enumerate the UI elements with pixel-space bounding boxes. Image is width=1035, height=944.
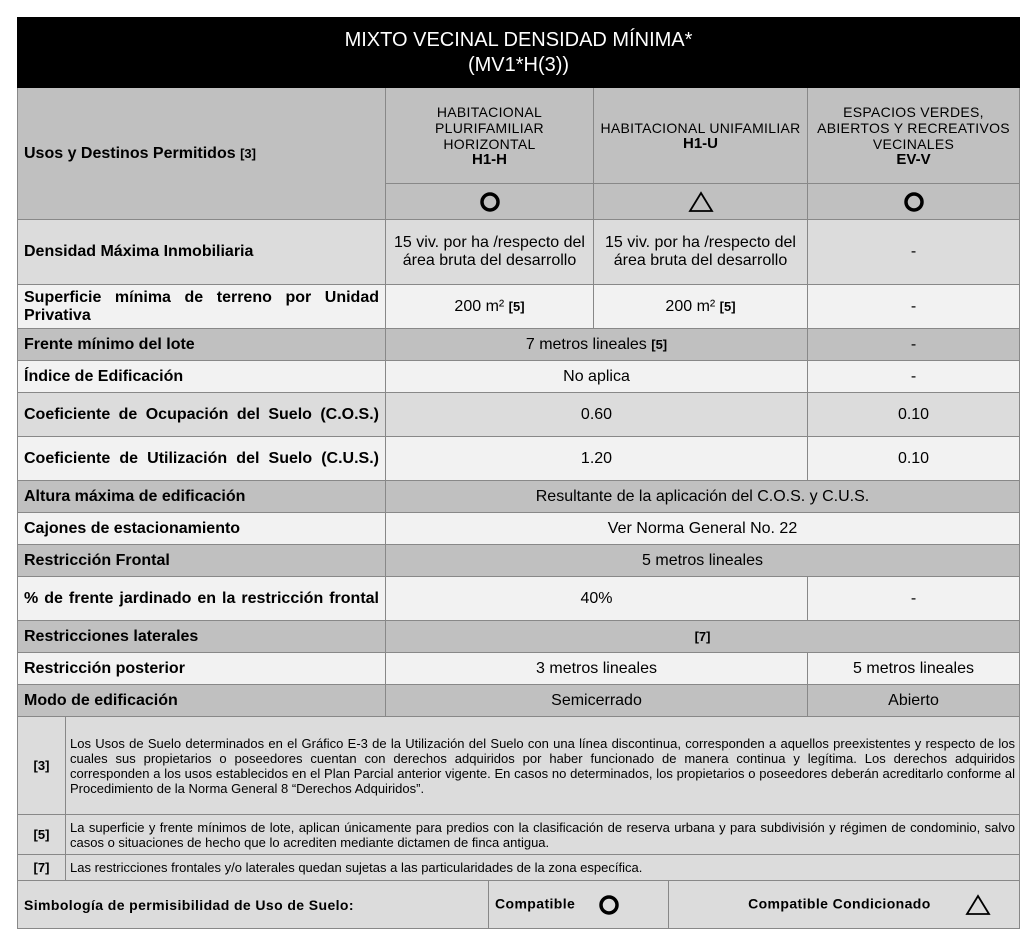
densidad-evv: - <box>806 219 1021 285</box>
title-line-2: (MV1*H(3)) <box>467 53 570 76</box>
row-label-superficie: Superficie mínima de terreno por Unidad … <box>17 284 386 329</box>
frente-habitacional: 7 metros lineales [5] <box>385 328 808 361</box>
symbol-cell-evv <box>806 183 1021 220</box>
use-header-h1u: HABITACIONAL UNIFAMILIAR H1-U <box>593 87 808 184</box>
uses-ref: [3] <box>240 145 256 161</box>
title-line-1: MIXTO VECINAL DENSIDAD MÍNIMA* <box>344 28 693 51</box>
cos-evv: 0.10 <box>806 392 1021 437</box>
superficie-evv: - <box>806 284 1021 329</box>
densidad-h1u: 15 viv. por ha /respecto del área bruta … <box>593 219 808 285</box>
circle-icon <box>598 894 619 915</box>
jardinado-evv: - <box>806 576 1021 621</box>
row-label-jardinado: % de frente jardinado en la restricción … <box>17 576 386 621</box>
note-ref-3: [3] <box>17 716 66 815</box>
row-label-altura: Altura máxima de edificación <box>17 480 386 513</box>
legend-label: Simbología de permisibilidad de Uso de S… <box>17 880 489 929</box>
triangle-icon <box>965 893 991 915</box>
note-text-7: Las restricciones frontales y/o laterale… <box>64 854 1021 881</box>
table-title: MIXTO VECINAL DENSIDAD MÍNIMA* (MV1*H(3)… <box>16 17 1021 88</box>
row-label-restriccion-frontal: Restricción Frontal <box>17 544 386 577</box>
row-label-cajones: Cajones de estacionamiento <box>17 512 386 545</box>
triangle-icon <box>687 190 714 212</box>
indice-evv: - <box>806 360 1021 393</box>
note-ref-7: [7] <box>17 854 66 881</box>
jardinado-habitacional: 40% <box>385 576 808 621</box>
uses-label: Usos y Destinos Permitidos <box>24 144 236 162</box>
laterales-value: [7] <box>384 620 1021 653</box>
row-label-laterales: Restricciones laterales <box>17 620 386 653</box>
use-code-h1u: H1-U <box>682 134 718 152</box>
cos-habitacional: 0.60 <box>385 392 808 437</box>
superficie-h1u-ref: [5] <box>719 298 736 314</box>
posterior-habitacional: 3 metros lineales <box>385 652 808 685</box>
superficie-h1h-value: 200 m² <box>454 297 505 315</box>
row-label-indice: Índice de Edificación <box>17 360 386 393</box>
superficie-h1h: 200 m² [5] <box>385 284 594 329</box>
cajones-value: Ver Norma General No. 22 <box>384 512 1021 545</box>
note-ref-5: [5] <box>17 814 66 855</box>
row-label-cus: Coeficiente de Utilización del Suelo (C.… <box>17 436 386 481</box>
frente-evv: - <box>806 328 1021 361</box>
note-text-5: La superficie y frente mínimos de lote, … <box>64 814 1021 855</box>
row-label-frente: Frente mínimo del lote <box>17 328 386 361</box>
use-desc-evv: ESPACIOS VERDES, ABIERTOS Y RECREATIVOS … <box>817 103 1010 152</box>
symbol-cell-h1h <box>385 183 594 220</box>
legend-compatible: Compatible <box>488 880 669 929</box>
cus-habitacional: 1.20 <box>385 436 808 481</box>
modo-evv: Abierto <box>806 684 1021 717</box>
frente-ref: [5] <box>651 336 668 352</box>
circle-icon <box>479 191 500 212</box>
indice-habitacional: No aplica <box>385 360 808 393</box>
use-header-h1h: HABITACIONAL PLURIFAMILIAR HORIZONTAL H1… <box>385 87 594 184</box>
note-text-3: Los Usos de Suelo determinados en el Grá… <box>64 716 1021 815</box>
legend-compatible-label: Compatible <box>495 895 576 912</box>
altura-value: Resultante de la aplicación del C.O.S. y… <box>384 480 1021 513</box>
densidad-h1h: 15 viv. por ha /respecto del área bruta … <box>385 219 594 285</box>
superficie-h1u-value: 200 m² <box>665 297 716 315</box>
symbol-cell-h1u <box>593 183 808 220</box>
cus-evv: 0.10 <box>806 436 1021 481</box>
row-label-modo: Modo de edificación <box>17 684 386 717</box>
row-label-densidad: Densidad Máxima Inmobiliaria <box>17 219 386 285</box>
use-code-evv: EV-V <box>896 150 931 168</box>
uses-label-cell: Usos y Destinos Permitidos [3] <box>17 87 386 220</box>
frente-value: 7 metros lineales <box>525 335 647 353</box>
use-desc-h1h: HABITACIONAL PLURIFAMILIAR HORIZONTAL <box>435 103 544 152</box>
circle-icon <box>903 191 924 212</box>
use-header-evv: ESPACIOS VERDES, ABIERTOS Y RECREATIVOS … <box>806 87 1021 184</box>
land-use-table: MIXTO VECINAL DENSIDAD MÍNIMA* (MV1*H(3)… <box>16 17 1021 929</box>
restriccion-frontal-value: 5 metros lineales <box>384 544 1021 577</box>
legend-conditional: Compatible Condicionado <box>667 880 1021 929</box>
modo-habitacional: Semicerrado <box>385 684 808 717</box>
posterior-evv: 5 metros lineales <box>806 652 1021 685</box>
row-label-posterior: Restricción posterior <box>17 652 386 685</box>
use-desc-h1u: HABITACIONAL UNIFAMILIAR <box>600 119 801 136</box>
land-use-table-frame: MIXTO VECINAL DENSIDAD MÍNIMA* (MV1*H(3)… <box>16 17 1021 929</box>
legend-conditional-label: Compatible Condicionado <box>748 895 931 912</box>
superficie-h1h-ref: [5] <box>508 298 525 314</box>
superficie-h1u: 200 m² [5] <box>593 284 808 329</box>
row-label-cos: Coeficiente de Ocupación del Suelo (C.O.… <box>17 392 386 437</box>
use-code-h1h: H1-H <box>471 150 507 168</box>
